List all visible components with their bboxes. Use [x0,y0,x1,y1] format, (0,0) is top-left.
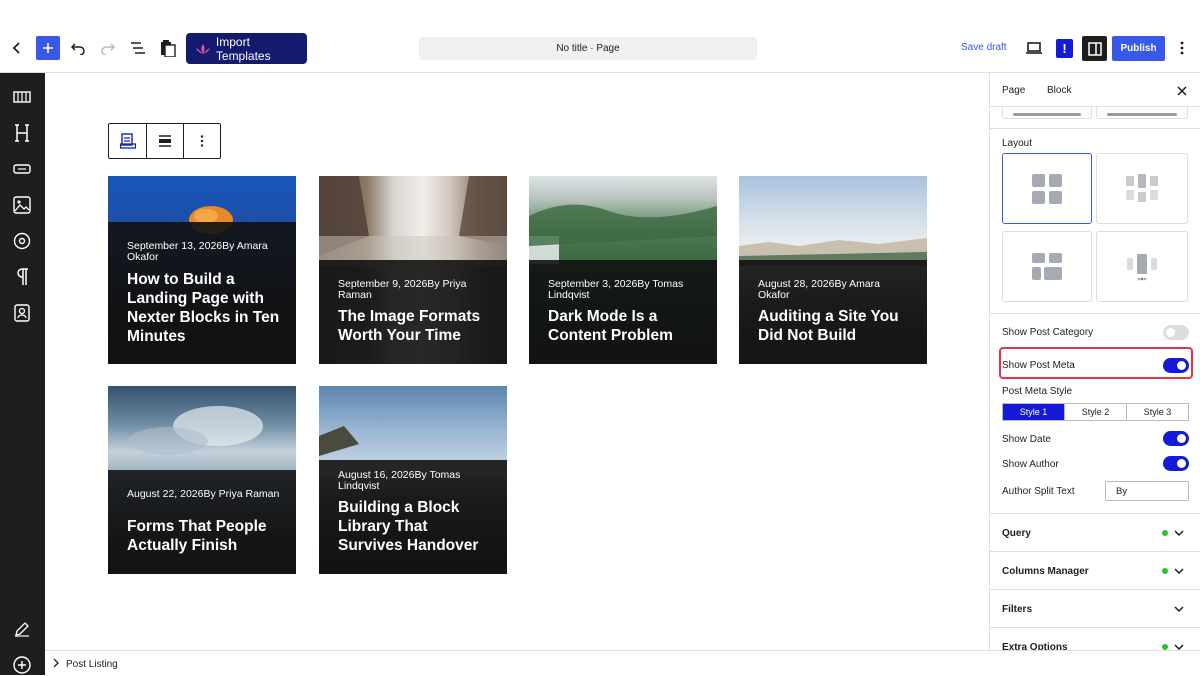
section-extra-options[interactable]: Extra Options [990,627,1200,650]
layout-option-stub[interactable] [1096,107,1188,119]
show-post-meta-label: Show Post Meta [1002,360,1075,371]
block-toolbar [108,123,221,159]
post-meta: September 3, 2026By Tomas Lindqvist [548,278,684,301]
post-card[interactable]: August 28, 2026By Amara Okafor Auditing … [739,176,927,364]
settings-tabs: Page Block [990,73,1200,107]
show-author-toggle[interactable] [1163,456,1189,471]
post-card[interactable]: September 9, 2026By Priya Raman The Imag… [319,176,507,364]
post-meta-style-label: Post Meta Style [1002,386,1073,397]
post-title[interactable]: Dark Mode Is a Content Problem [548,307,705,345]
post-meta: August 28, 2026By Amara Okafor [758,278,880,301]
show-post-category-toggle[interactable] [1163,325,1189,340]
post-title[interactable]: Forms That People Actually Finish [127,517,284,555]
settings-panel: Page Block Layout Show Post Category Sho… [989,73,1200,650]
post-title[interactable]: Building a Block Library That Survives H… [338,498,495,555]
back-icon[interactable] [5,36,29,60]
edit-pencil-icon[interactable] [11,618,33,640]
block-category-sidebar [0,73,45,675]
section-columns-manager[interactable]: Columns Manager [990,551,1200,589]
section-filters[interactable]: Filters [990,589,1200,627]
section-extra-options-label: Extra Options [1002,642,1068,650]
editor-top-bar: Import Templates No title · Page Save dr… [0,0,1200,73]
status-dot [1162,568,1168,574]
tab-block[interactable]: Block [1047,85,1071,96]
show-author-label: Show Author [1002,459,1059,470]
alert-icon[interactable]: ! [1056,39,1073,58]
show-post-meta-toggle[interactable] [1163,358,1189,373]
import-templates-label: Import Templates [215,34,271,63]
post-meta: August 22, 2026By Priya Raman [127,488,280,500]
import-templates-button[interactable]: Import Templates [186,33,307,64]
layout-option-metro[interactable] [1002,231,1092,302]
post-card[interactable]: September 13, 2026By Amara Okafor How to… [108,176,296,364]
sidebar-icon [1087,41,1102,56]
clipboard-icon[interactable] [156,36,180,60]
chevron-down-icon [1174,606,1184,613]
show-date-toggle[interactable] [1163,431,1189,446]
preview-desktop-icon[interactable] [1022,36,1046,60]
align-icon[interactable] [147,124,184,158]
chevron-down-icon [1174,568,1184,575]
block-breadcrumb-bar: Post Listing [45,650,1200,675]
section-columns-manager-label: Columns Manager [1002,566,1089,577]
circle-block-icon[interactable] [11,230,33,252]
post-title[interactable]: How to Build a Landing Page with Nexter … [127,270,284,346]
editor-canvas: September 13, 2026By Amara Okafor How to… [45,73,989,650]
add-block-button[interactable] [36,36,60,60]
document-title-bar[interactable]: No title · Page [419,37,757,60]
close-icon[interactable] [1174,83,1190,99]
profile-block-icon[interactable] [11,302,33,324]
post-meta-style-selector: Style 1 Style 2 Style 3 [1002,403,1189,421]
post-meta: September 13, 2026By Amara Okafor [127,240,268,263]
layout-label: Layout [1002,138,1033,149]
post-title[interactable]: The Image Formats Worth Your Time [338,307,495,345]
more-options-icon[interactable] [1174,36,1190,60]
post-listing-block-icon[interactable] [109,124,147,158]
layout-option-grid[interactable] [1002,153,1092,224]
section-query-label: Query [1002,528,1031,539]
show-post-category-label: Show Post Category [1002,327,1094,338]
save-draft-button[interactable]: Save draft [961,42,1007,53]
document-overview-icon[interactable] [126,36,150,60]
chevron-right-icon [53,658,59,668]
author-split-text-input[interactable] [1105,481,1189,501]
status-dot [1162,530,1168,536]
columns-block-icon[interactable] [11,86,33,108]
post-card[interactable]: August 22, 2026By Priya Raman Forms That… [108,386,296,574]
layout-option-masonry[interactable] [1096,153,1188,224]
undo-icon[interactable] [66,36,90,60]
post-meta: September 9, 2026By Priya Raman [338,278,467,301]
publish-button[interactable]: Publish [1112,36,1165,61]
add-circle-icon[interactable] [11,654,33,676]
document-title: No title · Page [556,43,620,54]
chevron-down-icon [1174,644,1184,650]
chevron-down-icon [1174,530,1184,537]
block-more-options-icon[interactable] [184,124,220,158]
button-block-icon[interactable] [11,158,33,180]
heading-block-icon[interactable] [11,122,33,144]
show-date-label: Show Date [1002,434,1051,445]
post-title[interactable]: Auditing a Site You Did Not Build [758,307,915,345]
style-2-button[interactable]: Style 2 [1065,404,1127,420]
section-query[interactable]: Query [990,513,1200,551]
paragraph-block-icon[interactable] [11,266,33,288]
post-card[interactable]: August 16, 2026By Tomas Lindqvist Buildi… [319,386,507,574]
lotus-icon [196,43,210,54]
tab-page[interactable]: Page [1002,85,1025,96]
breadcrumb-post-listing[interactable]: Post Listing [66,659,118,670]
section-filters-label: Filters [1002,604,1033,615]
post-meta: August 16, 2026By Tomas Lindqvist [338,469,461,492]
style-1-button[interactable]: Style 1 [1003,404,1065,420]
post-card[interactable]: September 3, 2026By Tomas Lindqvist Dark… [529,176,717,364]
redo-icon[interactable] [96,36,120,60]
layout-option-carousel[interactable] [1096,231,1188,302]
image-block-icon[interactable] [11,194,33,216]
layout-option-stub[interactable] [1002,107,1092,119]
settings-sidebar-toggle[interactable] [1082,36,1107,61]
author-split-text-label: Author Split Text [1002,486,1075,497]
style-3-button[interactable]: Style 3 [1127,404,1188,420]
